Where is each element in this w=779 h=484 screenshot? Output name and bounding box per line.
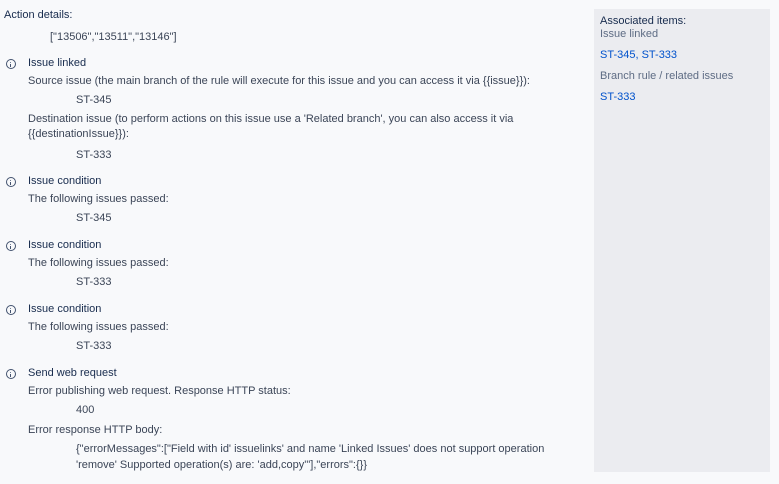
branch-rule-label: Branch rule / related issues (600, 70, 734, 82)
info-icon (6, 177, 16, 187)
entry-title: Send web request (28, 367, 117, 379)
entry-title: Issue condition (28, 175, 102, 187)
source-issue-value: ST-345 (76, 94, 112, 106)
associated-items-title: Associated items: (600, 15, 687, 27)
issue-linked-label: Issue linked (600, 28, 659, 40)
destination-issue-text-cont: {{destinationIssue}}): (28, 128, 129, 140)
condition-text: The following issues passed: (28, 257, 169, 269)
destination-issue-text: Destination issue (to perform actions on… (28, 113, 514, 125)
http-body-label: Error response HTTP body: (28, 424, 163, 436)
condition-value: ST-333 (76, 340, 112, 352)
condition-text: The following issues passed: (28, 193, 169, 205)
http-status-value: 400 (76, 404, 95, 416)
http-body-line: 'remove' Supported operation(s) are: 'ad… (76, 459, 367, 471)
http-body-line: {"errorMessages":["Field with id' issuel… (76, 443, 545, 455)
action-details-label: Action details: (4, 9, 73, 21)
destination-issue-value: ST-333 (76, 149, 112, 161)
info-icon (6, 305, 16, 315)
info-icon (6, 59, 16, 69)
http-status-text: Error publishing web request. Response H… (28, 385, 291, 397)
audit-log-details: Action details: ["13506","13511","13146"… (0, 0, 779, 484)
associated-items-panel: Associated items: Issue linked ST-345, S… (594, 9, 770, 472)
entry-title: Issue condition (28, 239, 102, 251)
issue-linked-links[interactable]: ST-345, ST-333 (600, 49, 677, 61)
info-icon (6, 369, 16, 379)
entry-title: Issue linked (28, 57, 87, 69)
condition-text: The following issues passed: (28, 321, 169, 333)
info-icon (6, 241, 16, 251)
branch-rule-links[interactable]: ST-333 (600, 91, 635, 103)
source-issue-text: Source issue (the main branch of the rul… (28, 75, 530, 87)
action-details-value: ["13506","13511","13146"] (50, 31, 177, 43)
condition-value: ST-345 (76, 212, 112, 224)
condition-value: ST-333 (76, 276, 112, 288)
entry-title: Issue condition (28, 303, 102, 315)
